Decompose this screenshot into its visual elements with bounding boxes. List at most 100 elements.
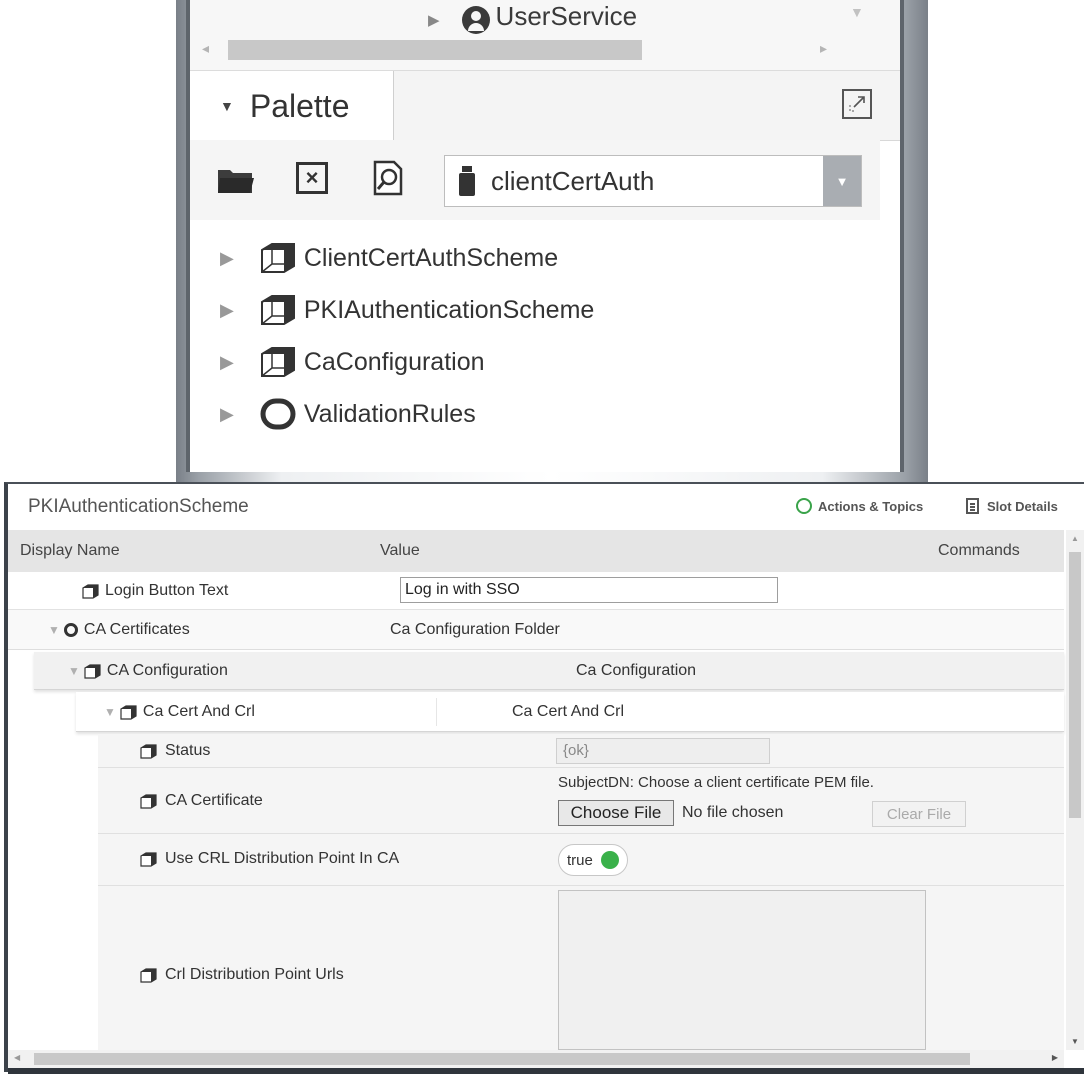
component-icon (140, 743, 157, 759)
property-row-ca-certificates[interactable]: ▼ CA Certificates Ca Configuration Folde… (8, 610, 1064, 650)
folder-ring-icon (63, 623, 78, 637)
palette-tab-strip (394, 71, 900, 141)
actions-topics-button[interactable]: Actions & Topics (796, 498, 923, 514)
module-jar-icon (459, 166, 475, 196)
palette-item-label: CaConfiguration (303, 347, 485, 376)
toggle-on-indicator-icon (600, 851, 619, 869)
tree-horizontal-scrollbar[interactable]: ◂ ▸ (198, 38, 878, 62)
palette-toolbar: × clientCertAuth ▼ (190, 140, 880, 220)
component-icon (140, 967, 157, 983)
dropdown-arrow-icon[interactable]: ▼ (823, 156, 861, 206)
scrollbar-thumb[interactable] (34, 1053, 970, 1065)
scrollbar-thumb[interactable] (228, 40, 642, 60)
find-in-palette-icon[interactable] (372, 160, 404, 196)
column-header-display-name[interactable]: Display Name (20, 542, 120, 560)
expand-caret-icon[interactable]: ▶ (428, 11, 440, 29)
palette-item-pkiauthenticationscheme[interactable]: ▶ PKIAuthenticationScheme (190, 284, 880, 336)
expand-caret-icon[interactable]: ▶ (220, 404, 234, 425)
property-label: Ca Cert And Crl (142, 703, 255, 720)
component-icon (140, 851, 157, 867)
scroll-right-arrow-icon[interactable]: ▸ (820, 40, 827, 57)
expand-caret-icon[interactable]: ▶ (220, 352, 234, 373)
collapse-caret-icon[interactable]: ▼ (104, 705, 116, 719)
status-bar (8, 1068, 1084, 1074)
palette-item-label: PKIAuthenticationScheme (303, 295, 595, 324)
property-sheet-header: PKIAuthenticationScheme Actions & Topics… (8, 484, 1084, 530)
palette-window: ▶ UserService ▼ ◂ ▸ ▼ Palette × clientCe… (186, 0, 904, 472)
subject-dn-text: SubjectDN: Choose a client certificate P… (558, 774, 874, 791)
component-icon (120, 704, 137, 720)
actions-topics-label: Actions & Topics (818, 498, 924, 514)
collapse-caret-icon[interactable]: ▼ (48, 623, 60, 637)
palette-item-label: ClientCertAuthScheme (303, 243, 559, 272)
open-folder-icon[interactable] (218, 167, 254, 193)
boolean-toggle[interactable]: true (558, 844, 628, 876)
slot-details-label: Slot Details (987, 498, 1058, 514)
palette-module-select[interactable]: clientCertAuth ▼ (444, 155, 862, 207)
scroll-up-arrow-icon[interactable]: ▼ (850, 4, 864, 20)
palette-item-clientcertauthscheme[interactable]: ▶ ClientCertAuthScheme (190, 232, 880, 284)
component-icon (260, 295, 295, 325)
palette-tab[interactable]: ▼ Palette (198, 71, 394, 141)
palette-item-list: ▶ ClientCertAuthScheme ▶ PKIAuthenticati… (190, 232, 880, 440)
property-row-use-crl-distribution-point: Use CRL Distribution Point In CA true (98, 834, 1064, 886)
component-icon (140, 793, 157, 809)
tree-item-userservice[interactable]: ▶ UserService (428, 0, 638, 38)
scroll-left-arrow-icon[interactable]: ◂ (202, 40, 209, 57)
property-label: CA Certificate (165, 792, 263, 809)
scrollbar-thumb[interactable] (1069, 552, 1081, 818)
collapse-caret-icon[interactable]: ▼ (68, 664, 80, 678)
scroll-down-arrow-icon[interactable]: ▼ (1071, 1037, 1079, 1046)
property-row-ca-configuration[interactable]: ▼ CA Configuration Ca Configuration (34, 652, 1064, 690)
no-file-chosen-text: No file chosen (682, 804, 784, 821)
vertical-scrollbar[interactable]: ▲ ▼ (1066, 530, 1084, 1050)
clear-file-button[interactable]: Clear File (872, 801, 966, 827)
close-palette-icon[interactable]: × (296, 162, 328, 194)
property-label: Crl Distribution Point Urls (165, 966, 344, 983)
component-icon (260, 243, 295, 273)
maximize-icon[interactable] (842, 89, 872, 119)
palette-item-validationrules[interactable]: ▶ ValidationRules (190, 388, 880, 440)
property-row-ca-certificate: CA Certificate SubjectDN: Choose a clien… (98, 768, 1064, 834)
property-value: Ca Cert And Crl (512, 703, 625, 720)
palette-item-caconfiguration[interactable]: ▶ CaConfiguration (190, 336, 880, 388)
palette-select-value: clientCertAuth (491, 165, 655, 196)
tree-item-label: UserService (495, 0, 638, 31)
property-label: CA Configuration (106, 662, 228, 679)
palette-header: ▼ Palette (190, 70, 900, 141)
property-value: Ca Configuration (576, 662, 697, 679)
component-icon (260, 347, 295, 377)
property-label: Login Button Text (105, 582, 229, 599)
choose-file-button[interactable]: Choose File (558, 800, 674, 826)
nav-tree: ▶ UserService ▼ ◂ ▸ (190, 0, 900, 70)
folder-ring-icon (260, 398, 296, 430)
expand-caret-icon[interactable]: ▶ (220, 248, 234, 269)
scroll-right-arrow-icon[interactable]: ▶ (1052, 1053, 1058, 1062)
scroll-left-arrow-icon[interactable]: ◀ (14, 1053, 20, 1062)
column-header-value[interactable]: Value (380, 542, 420, 560)
property-row-crl-distribution-point-urls: Crl Distribution Point Urls (98, 886, 1064, 1050)
property-sheet-title: PKIAuthenticationScheme (28, 496, 249, 517)
property-label: Use CRL Distribution Point In CA (165, 850, 400, 867)
component-icon (84, 663, 101, 679)
scroll-up-arrow-icon[interactable]: ▲ (1071, 534, 1079, 543)
property-sheet-window: PKIAuthenticationScheme Actions & Topics… (4, 482, 1084, 1074)
expand-caret-icon[interactable]: ▶ (220, 300, 234, 321)
column-header-commands[interactable]: Commands (938, 542, 1020, 560)
login-button-text-input[interactable] (400, 577, 778, 603)
property-value: Ca Configuration Folder (390, 621, 560, 638)
palette-title: Palette (249, 87, 350, 124)
crl-urls-textarea[interactable] (558, 890, 926, 1050)
toggle-value: true (567, 851, 593, 869)
property-row-status: Status {ok} (98, 734, 1064, 768)
horizontal-scrollbar[interactable]: ◀ ▶ (8, 1050, 1064, 1068)
column-divider (436, 698, 437, 726)
nested-properties: Status {ok} CA Certificate SubjectDN: Ch… (98, 734, 1064, 1050)
collapse-caret-icon[interactable]: ▼ (220, 98, 234, 114)
document-icon (966, 498, 979, 514)
slot-details-button[interactable]: Slot Details (966, 498, 1058, 514)
component-icon (82, 583, 99, 599)
table-header: Display Name Value Commands (8, 530, 1064, 572)
property-label: Status (165, 742, 211, 759)
property-row-ca-cert-and-crl[interactable]: ▼ Ca Cert And Crl Ca Cert And Crl (76, 692, 1064, 732)
